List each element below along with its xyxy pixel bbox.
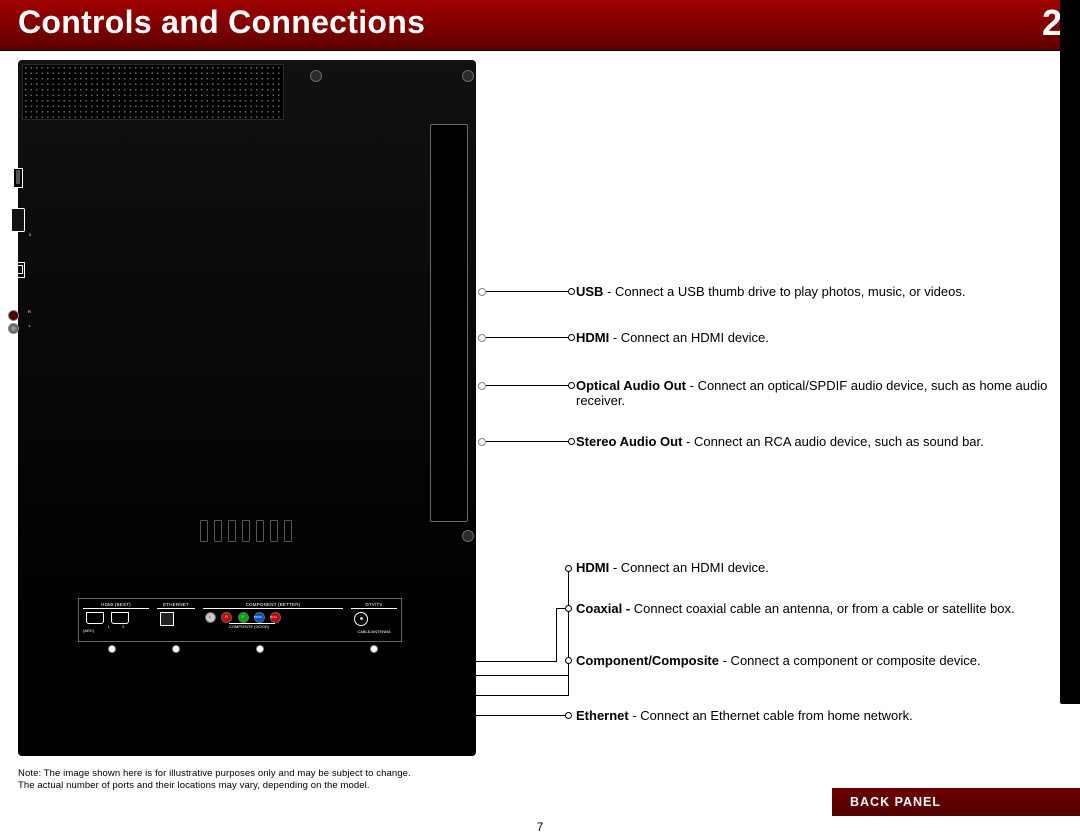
leader-origin	[478, 382, 486, 390]
hdmi-group-title: HDMI (BEST)	[83, 601, 149, 609]
audio-out-port-label: AUDIO OUT	[4, 310, 9, 333]
ethernet-group-title: ETHERNET	[157, 601, 195, 609]
component-group-title: COMPONENT (BETTER)	[203, 601, 343, 609]
leader-origin	[478, 438, 486, 446]
leader-line	[556, 608, 557, 662]
usb-description: USB - Connect a USB thumb drive to play …	[576, 284, 1050, 299]
leader-end	[568, 438, 575, 445]
leader-origin	[256, 645, 264, 653]
hdmi-port-icon	[111, 612, 129, 624]
tv-back-illustration	[18, 60, 476, 756]
audio-out-l-label: L	[29, 323, 31, 328]
leader-end	[568, 334, 575, 341]
screw-icon	[462, 70, 474, 82]
leader-line	[175, 715, 568, 716]
coax-port-icon	[354, 612, 368, 626]
leader-origin	[478, 288, 486, 296]
hdmi-side-port-num: 3	[29, 232, 31, 237]
leader-line	[373, 653, 374, 661]
leader-line	[111, 653, 112, 695]
hdmi-description: HDMI - Connect an HDMI device.	[576, 330, 1050, 345]
stereo-description: Stereo Audio Out - Connect an RCA audio …	[576, 434, 1050, 449]
ethernet-group: ETHERNET	[157, 601, 195, 626]
leader-line	[373, 661, 556, 662]
cable-antenna-sublabel: CABLE/ANTENNA	[351, 629, 397, 634]
back-panel-tag: BACK PANEL	[832, 788, 1080, 816]
leader-line	[111, 695, 568, 696]
hdmi-group: HDMI (BEST) 1 2 (ARC)	[83, 601, 149, 633]
leader-line	[568, 570, 569, 696]
rca-red-icon: R	[221, 612, 232, 623]
leader-end	[568, 382, 575, 389]
leader-end	[565, 605, 572, 612]
rca-white-icon: L	[205, 612, 216, 623]
optical-port: OPTICAL	[8, 262, 28, 278]
leader-end	[565, 565, 572, 572]
audio-out-r-label: R	[28, 309, 31, 314]
bottom-port-panel: HDMI (BEST) 1 2 (ARC) ETHERNET COMPONENT…	[78, 598, 402, 642]
leader-line	[486, 385, 568, 386]
ethernet-description: Ethernet - Connect an Ethernet cable fro…	[576, 708, 1050, 723]
hdmi-side-port: HDMI (BEST) 3	[8, 208, 28, 232]
leader-line	[175, 653, 176, 715]
rca-blue-icon: Pb/Cb	[254, 612, 265, 623]
leader-end	[565, 712, 572, 719]
usb-port: USB	[8, 168, 28, 188]
dtv-group-title: DTV/TV	[351, 601, 397, 609]
chapter-header: Controls and Connections 2	[0, 0, 1080, 51]
audio-out-port: AUDIO OUT R L	[8, 308, 28, 336]
rca-red2-icon: Pr/Cr	[270, 612, 281, 623]
composite-sublabel: COMPOSITE (GOOD)	[229, 623, 275, 629]
dtv-group: DTV/TV CABLE/ANTENNA	[351, 601, 397, 634]
leader-origin	[478, 334, 486, 342]
tv-right-edge	[1060, 0, 1080, 704]
leader-line	[486, 337, 568, 338]
leader-origin	[108, 645, 116, 653]
optical-port-label: OPTICAL	[3, 261, 8, 279]
hdmi-port-icon	[86, 612, 104, 624]
rca-green-icon: Y	[238, 612, 249, 623]
screw-icon	[462, 530, 474, 542]
leader-origin	[172, 645, 180, 653]
leader-line	[486, 291, 568, 292]
usb-port-label: USB	[0, 174, 1, 183]
leader-line	[568, 662, 569, 676]
footnote: Note: The image shown here is for illust…	[18, 768, 411, 792]
speaker-grille	[22, 64, 284, 120]
chapter-title: Controls and Connections	[18, 4, 425, 41]
chapter-number: 2	[1042, 2, 1062, 44]
control-buttons-row	[200, 520, 292, 542]
page-number: 7	[0, 820, 1080, 834]
component-group: COMPONENT (BETTER) L R Y Pb/Cb Pr/Cr COM…	[203, 601, 343, 629]
side-port-strip	[430, 124, 468, 522]
leader-line	[486, 441, 568, 442]
leader-line	[259, 675, 568, 676]
hdmi-bottom-description: HDMI - Connect an HDMI device.	[576, 560, 1050, 575]
hdmi-side-port-label: HDMI (BEST)	[4, 207, 9, 233]
coaxial-description: Coaxial - Connect coaxial cable an anten…	[576, 601, 1050, 616]
leader-line	[259, 653, 260, 675]
leader-end	[565, 657, 572, 664]
optical-description: Optical Audio Out - Connect an optical/S…	[576, 378, 1050, 408]
ethernet-port-icon	[160, 612, 174, 626]
screw-icon	[310, 70, 322, 82]
component-description: Component/Composite - Connect a componen…	[576, 653, 1050, 668]
leader-origin	[370, 645, 378, 653]
leader-end	[568, 288, 575, 295]
